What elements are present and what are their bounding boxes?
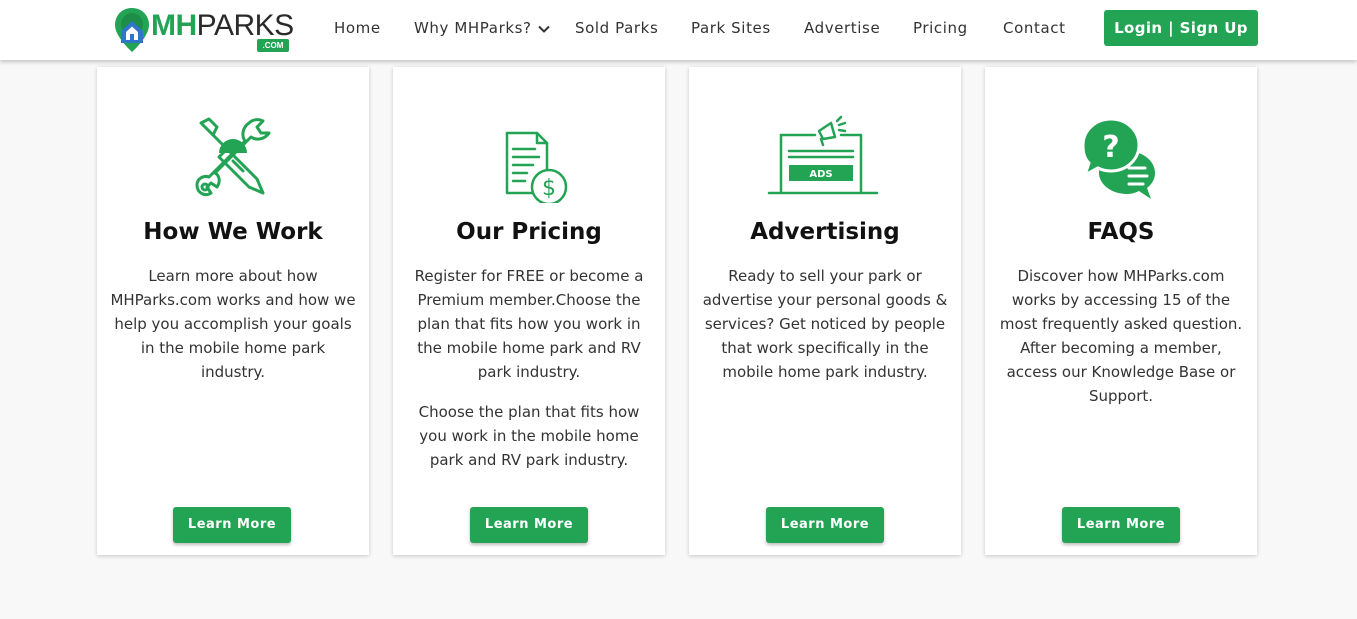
nav-why-mhparks-label: Why MHParks? [414, 19, 532, 37]
card-description: Ready to sell your park or advertise you… [699, 264, 951, 384]
card-title: Advertising [750, 219, 900, 245]
svg-text:?: ? [1102, 130, 1119, 165]
location-pin-logo-icon [115, 8, 149, 52]
faq-chat-icon: ? [1081, 117, 1155, 199]
learn-more-button-faqs[interactable]: Learn More [1062, 507, 1180, 543]
card-paragraph: Register for FREE or become a Premium me… [414, 267, 644, 381]
card-description: Register for FREE or become a Premium me… [403, 264, 655, 472]
logo-com-badge: .COM [257, 39, 289, 52]
chevron-down-icon [537, 25, 550, 33]
nav-pricing[interactable]: Pricing [913, 0, 968, 56]
nav-advertise[interactable]: Advertise [804, 0, 880, 56]
tools-icon [195, 117, 271, 197]
card-faqs: ? FAQS Discover how MHParks.com works by… [985, 67, 1257, 555]
site-header: MHPARKS .COM Home Why MHParks? Sold Park… [0, 0, 1357, 60]
ads-label: ADS [809, 169, 832, 180]
card-paragraph: Discover how MHParks.com works by access… [999, 267, 1243, 405]
logo-wordmark: MHPARKS [151, 9, 294, 42]
learn-more-button-how-we-work[interactable]: Learn More [173, 507, 291, 543]
mhparks-logo[interactable]: MHPARKS .COM [114, 5, 294, 53]
learn-more-button-our-pricing[interactable]: Learn More [470, 507, 588, 543]
card-our-pricing: $ Our Pricing Register for FREE or becom… [393, 67, 665, 555]
nav-park-sites[interactable]: Park Sites [691, 0, 771, 56]
svg-text:$: $ [542, 176, 556, 201]
card-paragraph: Ready to sell your park or advertise you… [702, 267, 948, 381]
pricing-document-icon: $ [505, 131, 568, 203]
learn-more-button-advertising[interactable]: Learn More [766, 507, 884, 543]
card-paragraph: Choose the plan that fits how you work i… [418, 403, 640, 469]
card-title: How We Work [143, 219, 323, 245]
card-advertising: ADS Advertising Ready to sell your park … [689, 67, 961, 555]
card-description: Learn more about how MHParks.com works a… [107, 264, 359, 384]
card-title: Our Pricing [456, 219, 602, 245]
card-how-we-work: How We Work Learn more about how MHParks… [97, 67, 369, 555]
nav-contact[interactable]: Contact [1003, 0, 1066, 56]
login-signup-button[interactable]: Login | Sign Up [1104, 10, 1258, 46]
card-title: FAQS [1087, 219, 1155, 245]
card-paragraph: Learn more about how MHParks.com works a… [110, 267, 356, 381]
card-description: Discover how MHParks.com works by access… [995, 264, 1247, 408]
ads-laptop-icon: ADS [767, 115, 879, 195]
nav-home[interactable]: Home [334, 0, 381, 56]
nav-why-mhparks[interactable]: Why MHParks? [414, 0, 550, 56]
nav-sold-parks[interactable]: Sold Parks [575, 0, 658, 56]
